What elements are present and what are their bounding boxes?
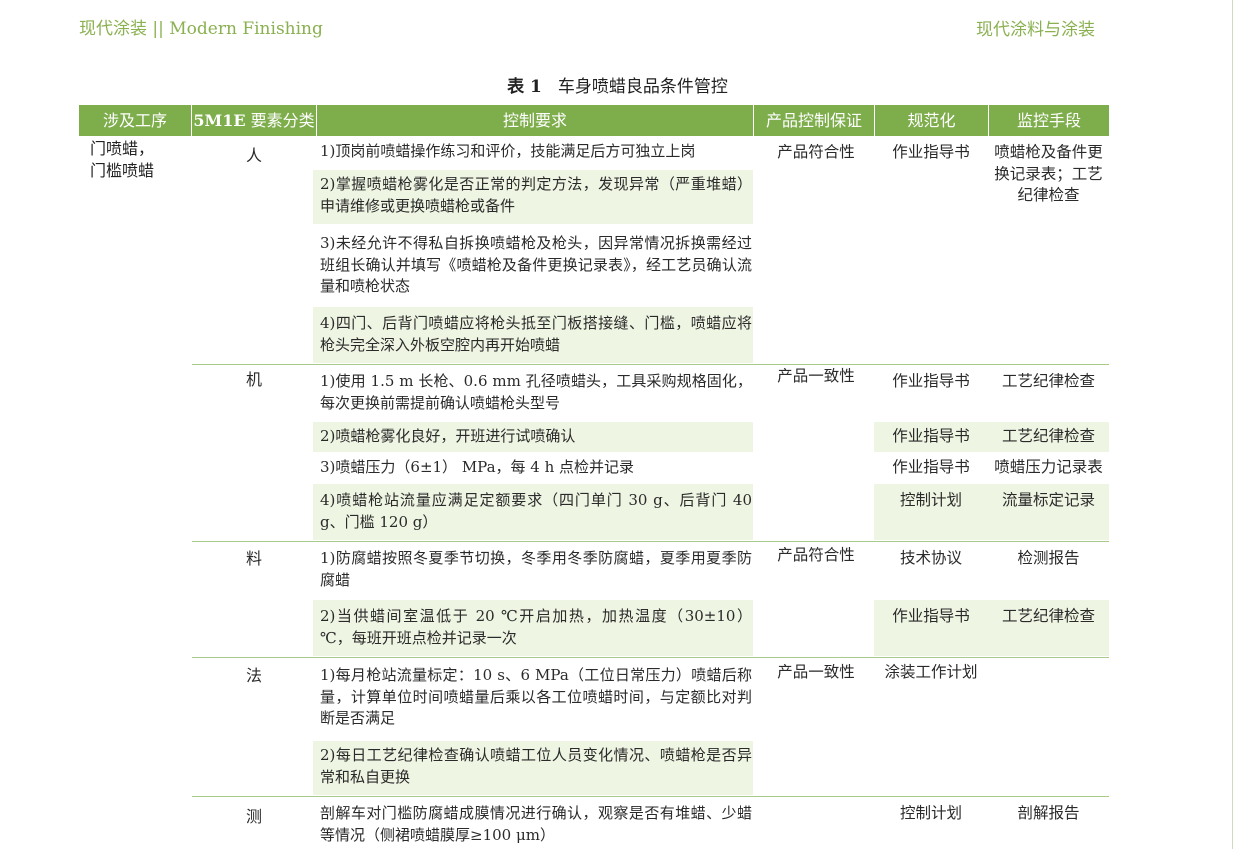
header-5m1e-code: 5M1E	[193, 111, 246, 130]
requirement-text: 4)喷蜡枪站流量应满足定额要求（四门单门 30 g、后背门 40 g、门槛 12…	[320, 491, 752, 531]
page-edge-line	[1232, 0, 1233, 849]
standardization-cell: 作业指导书	[892, 458, 970, 476]
assurance-cell: 产品一致性	[777, 663, 855, 681]
category-person: 人	[245, 146, 262, 165]
monitoring-cell: 工艺纪律检查	[1001, 372, 1095, 390]
group-rule	[192, 364, 1109, 365]
table-caption-number: 表 1	[507, 77, 542, 97]
requirement-text: 4)四门、后背门喷蜡应将枪头抵至门板搭接缝、门槛，喷蜡应将枪头完全深入外板空腔内…	[320, 314, 752, 354]
group-rule	[192, 657, 1109, 658]
header-requirement: 控制要求	[502, 111, 567, 130]
monitoring-cell: 检测报告	[1017, 549, 1080, 567]
assurance-cell: 产品符合性	[777, 143, 855, 161]
requirement-text: 1)防腐蜡按照冬夏季节切换，冬季用冬季防腐蜡，夏季用夏季防腐蜡	[320, 549, 752, 589]
requirement-text: 3)喷蜡压力（6±1） MPa，每 4 h 点检并记录	[320, 458, 635, 476]
monitoring-cell: 喷蜡压力记录表	[994, 458, 1103, 476]
standardization-cell: 控制计划	[899, 491, 962, 509]
table-caption: 表 1 车身喷蜡良品条件管控	[0, 72, 1235, 97]
requirement-text: 1)顶岗前喷蜡操作练习和评价，技能满足后方可独立上岗	[320, 142, 696, 160]
process-line: 门槛喷蜡	[90, 160, 155, 180]
monitoring-cell: 剖解报告	[1017, 804, 1080, 822]
standardization-cell: 作业指导书	[892, 607, 970, 625]
standardization-cell: 作业指导书	[892, 372, 970, 390]
header-5m1e: 5M1E 要素分类	[192, 105, 316, 136]
standardization-cell: 作业指导书	[892, 427, 970, 445]
requirement-text: 2)喷蜡枪雾化良好，开班进行试喷确认	[320, 427, 576, 445]
category-material: 料	[245, 549, 262, 568]
standardization-cell: 涂装工作计划	[884, 663, 978, 681]
standardization-cell: 作业指导书	[892, 143, 970, 161]
monitoring-cell: 工艺纪律检查	[1001, 607, 1095, 625]
running-header-section: 现代涂料与涂装	[976, 20, 1095, 40]
assurance-cell: 产品一致性	[777, 367, 855, 385]
requirement-text: 1)使用 1.5 m 长枪、0.6 mm 孔径喷蜡头，工具采购规格固化，每次更换…	[320, 372, 752, 412]
running-header-journal: 现代涂装 || Modern Finishing	[79, 19, 323, 39]
standardization-cell: 技术协议	[899, 549, 962, 567]
header-standardization: 规范化	[907, 111, 956, 130]
header-assurance: 产品控制保证	[765, 111, 862, 130]
requirement-text: 剖解车对门槛防腐蜡成膜情况进行确认，观察是否有堆蜡、少蜡等情况（侧裙喷蜡膜厚≥1…	[320, 804, 752, 844]
category-method: 法	[245, 666, 262, 685]
monitoring-cell: 工艺纪律检查	[1001, 427, 1095, 445]
requirement-text: 2)每日工艺纪律检查确认喷蜡工位人员变化情况、喷蜡枪是否异常和私自更换	[320, 746, 752, 786]
requirement-text: 2)当供蜡间室温低于 20 ℃开启加热，加热温度（30±10） ℃，每班开班点检…	[320, 607, 752, 647]
requirement-text: 2)掌握喷蜡枪雾化是否正常的判定方法，发现异常（严重堆蜡）申请维修或更换喷蜡枪或…	[320, 175, 752, 215]
table-header-row: 涉及工序 5M1E 要素分类 控制要求 产品控制保证 规范化 监控手段	[79, 105, 1109, 136]
assurance-cell: 产品符合性	[777, 546, 855, 564]
category-machine: 机	[245, 370, 262, 389]
standardization-cell: 控制计划	[899, 804, 962, 822]
header-5m1e-label: 要素分类	[250, 111, 315, 130]
group-rule	[192, 541, 1109, 542]
requirement-text: 3)未经允许不得私自拆换喷蜡枪及枪头，因异常情况拆换需经过班组长确认并填写《喷蜡…	[320, 234, 752, 295]
requirement-text: 1)每月枪站流量标定：10 s、6 MPa（工位日常压力）喷蜡后称量，计算单位时…	[320, 666, 752, 727]
process-cell: 门喷蜡， 门槛喷蜡	[90, 138, 186, 181]
process-line: 门喷蜡，	[90, 139, 155, 158]
monitoring-cell: 流量标定记录	[1001, 491, 1095, 509]
monitoring-cell: 喷蜡枪及备件更换记录表；工艺纪律检查	[994, 143, 1103, 204]
header-process: 涉及工序	[102, 111, 167, 130]
header-monitoring: 监控手段	[1016, 111, 1081, 130]
category-measurement: 测	[245, 807, 262, 826]
group-rule	[192, 796, 1109, 797]
table-caption-text: 车身喷蜡良品条件管控	[557, 77, 728, 97]
